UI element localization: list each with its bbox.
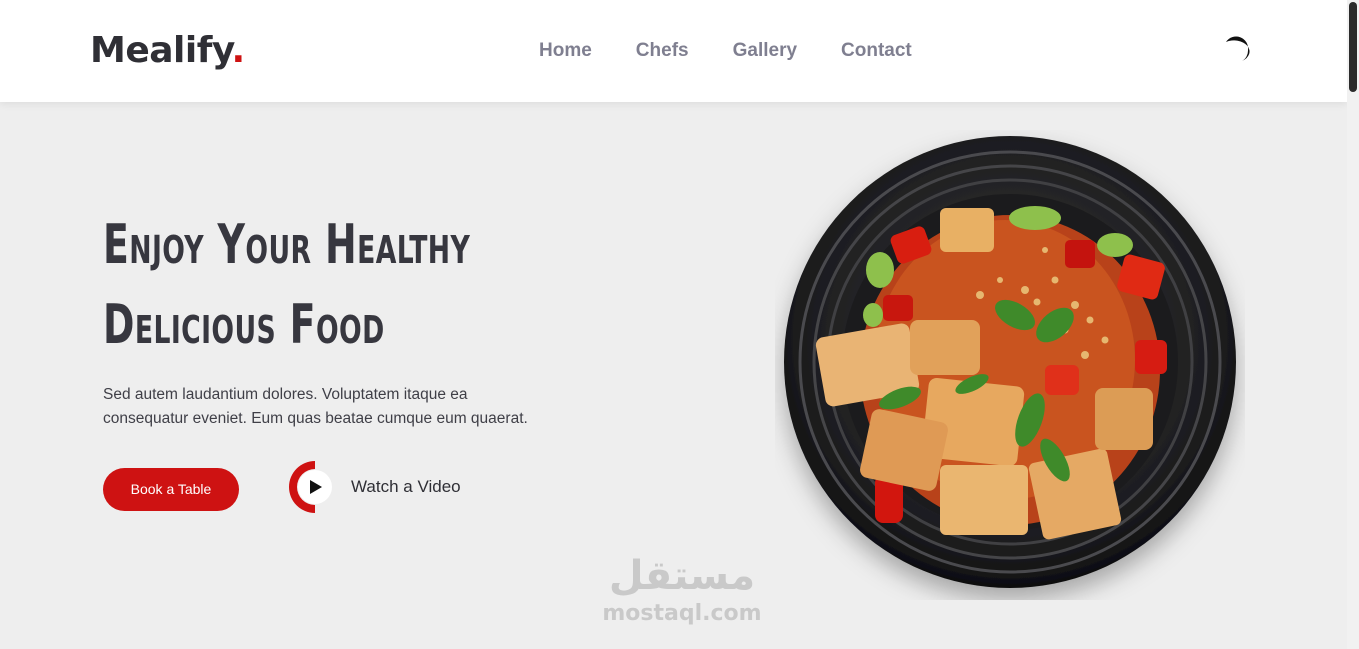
watermark-arabic: مستقل — [608, 553, 756, 599]
hero-description-line1: Sed autem laudantium dolores. Voluptatem… — [103, 386, 468, 403]
book-table-button[interactable]: Book a Table — [103, 468, 239, 511]
nav-gallery[interactable]: Gallery — [733, 40, 797, 62]
main-nav: Home Chefs Gallery Contact — [539, 40, 956, 62]
nav-home[interactable]: Home — [539, 40, 592, 62]
hero-description: Sed autem laudantium dolores. Voluptatem… — [103, 383, 563, 431]
hero-title-line1: Enjoy Your Healthy — [103, 213, 471, 276]
nav-contact[interactable]: Contact — [841, 40, 912, 62]
page-scrollbar[interactable] — [1347, 0, 1359, 649]
hero-title-line2: Delicious Food — [103, 293, 385, 356]
spinner-icon — [1226, 36, 1250, 61]
scrollbar-thumb[interactable] — [1349, 2, 1357, 92]
hero-description-line2: consequatur eveniet. Eum quas beatae cum… — [103, 410, 528, 427]
nav-chefs[interactable]: Chefs — [636, 40, 689, 62]
hero-title: Enjoy Your Healthy Delicious Food — [103, 205, 509, 365]
watch-video-button[interactable]: Watch a Video — [287, 459, 461, 515]
food-plate-image — [784, 136, 1236, 588]
watermark: مستقل mostaql.com — [597, 552, 767, 628]
watermark-latin: mostaql.com — [602, 601, 762, 626]
logo-text: Mealify — [90, 30, 232, 71]
play-icon[interactable] — [287, 459, 343, 515]
watch-video-label: Watch a Video — [351, 477, 461, 496]
site-header: Mealify. Home Chefs Gallery Contact — [0, 0, 1347, 102]
logo-dot: . — [231, 30, 246, 71]
logo[interactable]: Mealify. — [90, 30, 245, 71]
